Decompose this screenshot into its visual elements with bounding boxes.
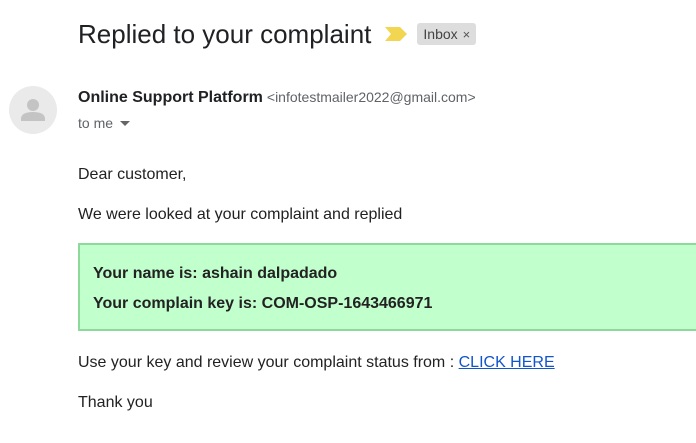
chevron-down-icon[interactable] (120, 120, 131, 126)
complaint-key-line: Your complain key is: COM-OSP-1643466971 (93, 295, 433, 312)
email-subject: Replied to your complaint (78, 18, 372, 49)
recipient-details-toggle[interactable]: to me (78, 115, 131, 131)
email-header: Replied to your complaint Inbox × (78, 14, 477, 54)
click-here-link[interactable]: CLICK HERE (459, 354, 555, 371)
complaint-info-box: Your name is: ashain dalpadado Your comp… (78, 243, 696, 331)
sender-info: Online Support Platform <infotestmailer2… (78, 89, 476, 107)
email-closing: Thank you (78, 394, 153, 411)
review-text: Use your key and review your complaint s… (78, 354, 455, 371)
inbox-label-text: Inbox (423, 26, 458, 42)
default-avatar-icon (21, 99, 45, 121)
importance-marker-icon[interactable] (385, 27, 408, 41)
sender-email: <infotestmailer2022@gmail.com> (266, 89, 476, 105)
email-greeting: Dear customer, (78, 166, 187, 183)
remove-label-icon[interactable]: × (463, 27, 471, 42)
sender-name[interactable]: Online Support Platform (78, 89, 263, 107)
recipient-text: to me (78, 115, 114, 131)
customer-name-line: Your name is: ashain dalpadado (93, 265, 338, 282)
sender-avatar[interactable] (9, 86, 57, 134)
email-intro: We were looked at your complaint and rep… (78, 206, 403, 223)
review-instruction: Use your key and review your complaint s… (78, 354, 555, 372)
inbox-label[interactable]: Inbox × (417, 23, 477, 45)
